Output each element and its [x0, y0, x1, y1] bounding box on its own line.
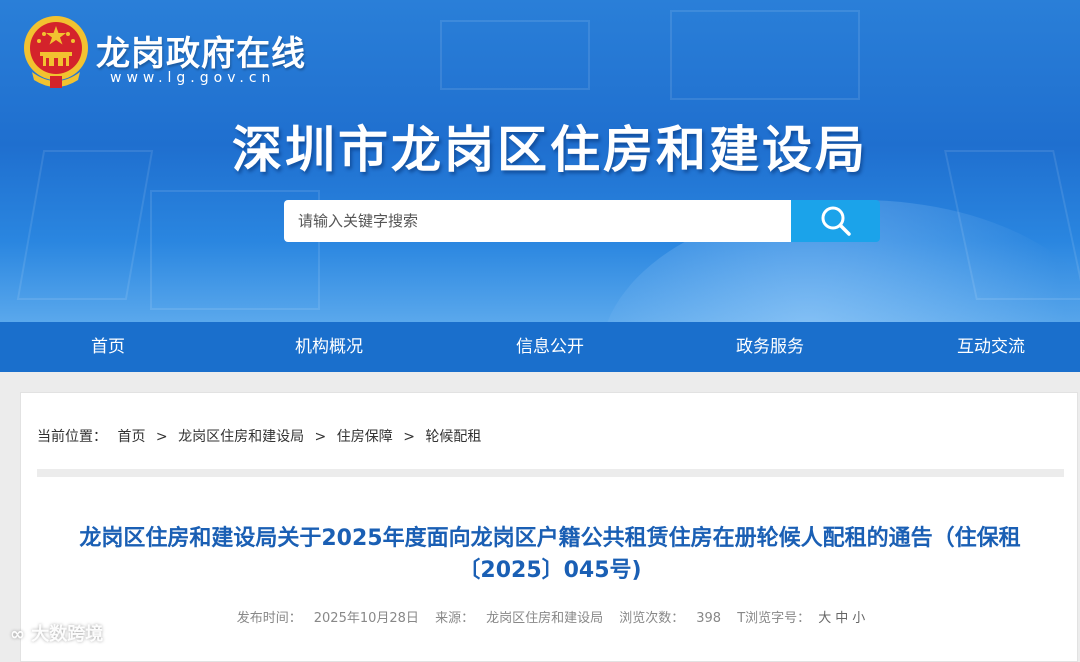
source-value: 龙岗区住房和建设局: [486, 611, 604, 626]
font-size-medium[interactable]: 中: [835, 611, 848, 626]
article-panel: 当前位置： 首页 > 龙岗区住房和建设局 > 住房保障 > 轮候配租 龙岗区住房…: [20, 392, 1078, 662]
breadcrumb-item-rental-allocation[interactable]: 轮候配租: [425, 429, 481, 445]
search-icon: [821, 206, 851, 236]
department-title: 深圳市龙岗区住房和建设局: [232, 121, 868, 179]
breadcrumb-item-housing-security[interactable]: 住房保障: [337, 429, 393, 445]
views-count: 398: [696, 611, 722, 626]
publish-label: 发布时间：: [236, 611, 302, 626]
header-banner: 龙岗政府在线 www.lg.gov.cn 深圳市龙岗区住房和建设局: [0, 0, 1080, 322]
breadcrumb-separator: >: [314, 429, 327, 445]
font-size-large[interactable]: 大: [818, 611, 831, 626]
nav-item-services[interactable]: 政务服务: [736, 322, 804, 372]
article-meta: 发布时间： 2025年10月28日 来源： 龙岗区住房和建设局 浏览次数： 398 T…: [21, 607, 1077, 626]
site-name[interactable]: 龙岗政府在线: [96, 26, 306, 75]
font-size-label: T浏览字号：: [737, 611, 811, 626]
main-nav: 首页 机构概况 信息公开 政务服务 互动交流: [0, 322, 1080, 372]
search-bar: [284, 200, 880, 242]
breadcrumb-prefix: 当前位置：: [37, 429, 107, 445]
nav-item-home[interactable]: 首页: [91, 322, 125, 372]
font-size-small[interactable]: 小: [852, 611, 865, 626]
breadcrumb-item-department[interactable]: 龙岗区住房和建设局: [178, 429, 304, 445]
views-label: 浏览次数：: [619, 611, 685, 626]
watermark-logo-icon: ∞: [10, 624, 25, 645]
site-url[interactable]: www.lg.gov.cn: [110, 70, 275, 86]
banner-decoration: [440, 20, 590, 90]
search-input[interactable]: [284, 200, 791, 242]
publish-date: 2025年10月28日: [313, 611, 419, 626]
breadcrumb-separator: >: [403, 429, 415, 445]
divider: [37, 469, 1064, 477]
article-title: 龙岗区住房和建设局关于2025年度面向龙岗区户籍公共租赁住房在册轮候人配租的通告…: [79, 526, 1021, 583]
watermark: ∞ 大数跨境: [10, 620, 103, 646]
national-emblem-icon[interactable]: [22, 14, 90, 90]
source-label: 来源：: [435, 611, 475, 626]
search-button[interactable]: [791, 200, 880, 242]
breadcrumb: 当前位置： 首页 > 龙岗区住房和建设局 > 住房保障 > 轮候配租: [37, 426, 487, 446]
banner-decoration: [670, 10, 860, 100]
nav-item-info-disclosure[interactable]: 信息公开: [516, 322, 584, 372]
nav-item-about[interactable]: 机构概况: [295, 322, 363, 372]
watermark-text: 大数跨境: [31, 624, 104, 645]
breadcrumb-item-home[interactable]: 首页: [117, 429, 145, 445]
nav-item-interaction[interactable]: 互动交流: [957, 322, 1025, 372]
breadcrumb-separator: >: [155, 429, 168, 445]
